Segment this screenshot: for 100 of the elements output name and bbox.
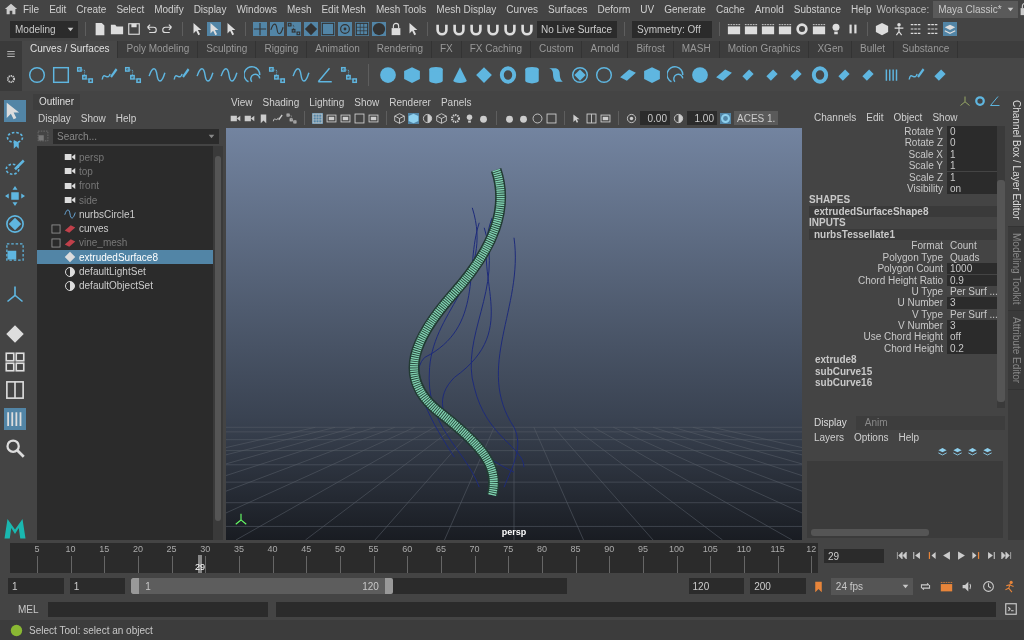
menu-item[interactable]: Options [849,431,894,443]
playback-start-field[interactable]: 1 [69,578,126,594]
search-icon[interactable] [5,438,25,458]
attribute-value[interactable]: Per Surf ... [947,285,997,298]
snap-magnet-icon[interactable] [452,22,466,36]
end-frame-field[interactable]: 200 [750,578,806,594]
folder-icon[interactable] [110,22,124,36]
step-back-icon[interactable] [911,550,922,561]
sphere-icon[interactable] [379,65,397,84]
menu-item[interactable]: Create [71,3,112,15]
gamma-field[interactable]: 1.00 [687,111,717,125]
layer-icon[interactable] [967,445,978,457]
menu-item[interactable]: Deform [592,3,636,15]
node-name[interactable]: extrudedSurfaceShape8 [809,205,997,218]
menu-item[interactable]: Modify [149,3,189,15]
menu-item[interactable]: Show [75,112,111,124]
attribute-value[interactable]: Count [947,240,997,252]
curve-icon[interactable] [220,65,238,84]
layer-tab[interactable]: Display [805,416,856,430]
move-tool-icon[interactable] [5,186,25,206]
rotate-tool-icon[interactable] [5,214,25,234]
home-icon[interactable] [4,2,18,16]
exposure-field[interactable]: 0.00 [640,111,670,125]
selection-mask-icon[interactable] [270,22,284,36]
expand-icon[interactable] [51,237,61,248]
shelf-tab[interactable]: Curves / Surfaces [22,41,119,58]
axes-icon[interactable] [5,284,25,304]
layer-icon[interactable] [982,445,993,457]
search-field[interactable]: Search... [53,128,219,144]
selection-mask-icon[interactable] [355,22,369,36]
previous-key-icon[interactable] [926,550,937,561]
command-input-field[interactable] [48,601,268,617]
next-key-icon[interactable] [971,550,982,561]
expand-icon[interactable] [51,223,61,234]
selection-mask-icon[interactable] [287,22,301,36]
cone-icon[interactable] [451,65,469,84]
go-to-end-icon[interactable] [1001,550,1012,561]
step-forward-icon[interactable] [986,550,997,561]
workspace-dropdown[interactable]: Maya Classic* [933,0,1018,18]
cube-icon[interactable] [643,65,661,84]
menu-item[interactable]: Channels [809,111,862,123]
grid-icon[interactable] [312,112,323,124]
menu-item[interactable]: Lighting [304,96,350,108]
attribute-value[interactable]: Per Surf ... [947,308,997,320]
attribute-value[interactable]: 0 [947,137,997,149]
cube-icon[interactable] [403,65,421,84]
menu-item[interactable]: Layers [809,431,849,443]
go-to-start-icon[interactable] [896,550,907,561]
undo-icon[interactable] [144,22,158,36]
menu-item[interactable]: Help [893,431,925,443]
menu-item[interactable]: Edit [861,111,889,123]
diamond-icon[interactable] [475,65,493,84]
menu-item[interactable]: Mesh Display [431,3,502,15]
paint-select-icon[interactable] [5,158,25,178]
scale-tool-icon[interactable] [5,242,25,262]
attribute-value[interactable]: 3 [947,297,997,309]
menu-item[interactable]: Help [846,3,877,15]
range-slider[interactable]: 1 120 [131,578,393,594]
selection-mask-icon[interactable] [321,22,335,36]
command-language-label[interactable]: MEL [18,603,40,615]
menu-item[interactable]: Show [349,96,385,108]
script-editor-icon[interactable] [1004,602,1018,616]
smooth-shade-icon[interactable] [408,112,419,124]
menu-item[interactable]: Show [927,111,963,123]
exposure-icon[interactable] [626,112,637,124]
play-backwards-icon[interactable] [941,550,952,561]
node-link[interactable]: extrude8 [809,354,997,366]
menu-item[interactable]: Curves [501,3,544,15]
symmetry-dropdown[interactable]: Symmetry: Off [632,20,712,38]
curve-icon[interactable] [292,65,310,84]
attribute-value[interactable]: 0.9 [947,274,997,286]
attribute-value[interactable]: 1 [947,171,997,183]
menu-item[interactable]: Mesh Tools [370,3,432,15]
time-slider[interactable]: 5 10 15 20 25 30 35 40 45 50 55 60 65 70 75 80 85 90 95 100 105 110 115 12 29 [10,543,818,573]
menu-item[interactable]: Select [111,3,150,15]
scrollbar-thumb[interactable] [997,180,1005,402]
menu-item[interactable]: Display [33,112,76,124]
current-frame-field[interactable]: 29 [824,549,884,563]
menu-item[interactable]: Edit Mesh [316,3,371,15]
selection-mask-icon[interactable] [338,22,352,36]
node-name[interactable]: nurbsTessellate1 [809,228,997,241]
outliner-item[interactable]: defaultObjectSet [37,278,213,293]
outliner-item[interactable]: curves [37,221,213,236]
snap-magnet-icon[interactable] [469,22,483,36]
menu-item[interactable]: Generate [659,3,711,15]
menu-item[interactable]: Surfaces [543,3,593,15]
menu-item[interactable]: Arnold [749,3,789,15]
outliner-item[interactable]: extrudedSurface8 [37,250,213,265]
outliner-item[interactable]: nurbsCircle1 [37,207,213,222]
menu-item[interactable]: View [226,96,258,108]
sound-icon[interactable] [960,579,974,593]
curve-icon[interactable] [196,65,214,84]
live-surface-field[interactable]: No Live Surface [537,20,617,38]
menu-item[interactable]: Renderer [384,96,436,108]
time-icon[interactable] [981,579,995,593]
snap-magnet-icon[interactable] [503,22,517,36]
attribute-value[interactable]: 1000 [947,263,997,275]
selection-mask-icon[interactable] [372,22,386,36]
curve-points-icon[interactable] [340,65,358,84]
start-frame-field[interactable]: 1 [8,578,64,594]
